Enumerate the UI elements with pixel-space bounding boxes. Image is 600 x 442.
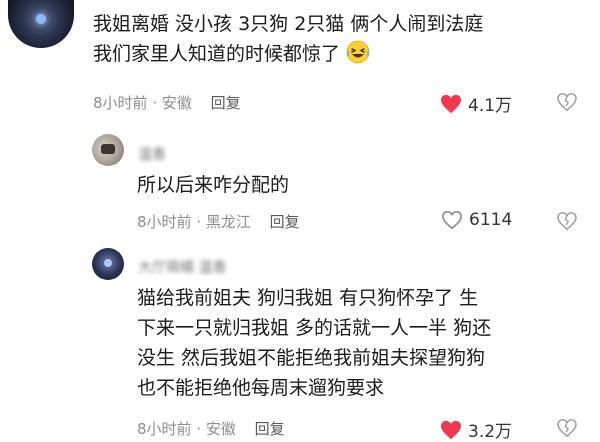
- comment-line: 没生 然后我姐不能拒绝我前姐夫探望狗狗: [137, 347, 486, 369]
- dislike-broken-heart-icon[interactable]: [557, 419, 577, 437]
- comment-line: 也不能拒绝他每周末遛狗要求: [137, 377, 385, 399]
- comment-text: 猫给我前姐夫 狗归我姐 有只狗怀孕了 生 下来一只就归我姐 多的话就一人一半 狗…: [137, 283, 597, 403]
- dislike-broken-heart-icon[interactable]: [557, 212, 577, 230]
- separator: ·: [147, 94, 162, 112]
- heart-filled-icon: [441, 94, 461, 113]
- reply-button[interactable]: 回复: [270, 213, 300, 231]
- comment-text: 所以后来咋分配的: [137, 174, 290, 196]
- like-button[interactable]: 3.2万: [440, 417, 512, 442]
- heart-filled-icon: [441, 420, 461, 439]
- comment-text: 我姐离婚 没小孩 3只狗 2只猫 俩个人闹到法庭 我们家里人知道的时候都惊了: [93, 9, 593, 69]
- timestamp: 8小时前: [93, 94, 148, 112]
- location: 黑龙江: [205, 213, 251, 231]
- avatar[interactable]: [92, 134, 124, 166]
- comment-line: 下来一只就归我姐 多的话就一人一半 狗还: [137, 317, 492, 339]
- reply-button[interactable]: 回复: [211, 94, 241, 112]
- separator: ·: [191, 420, 206, 438]
- timestamp: 8小时前: [137, 420, 192, 438]
- comment-meta: 8小时前 · 黑龙江 回复: [137, 211, 300, 232]
- location: 安徽: [205, 420, 236, 438]
- like-count: 6114: [469, 210, 513, 230]
- heart-outline-icon: [442, 210, 462, 230]
- username[interactable]: 温香: [138, 144, 166, 164]
- separator: ·: [191, 213, 206, 231]
- dislike-broken-heart-icon[interactable]: [557, 93, 577, 111]
- like-count: 4.1万: [468, 96, 513, 116]
- comment-meta: 8小时前 · 安徽 回复: [93, 92, 241, 113]
- timestamp: 8小时前: [137, 213, 192, 231]
- laughing-crying-emoji-icon: [346, 40, 370, 64]
- like-button[interactable]: 4.1万: [440, 91, 512, 116]
- location: 安徽: [161, 94, 192, 112]
- avatar[interactable]: [8, 0, 74, 48]
- comment-meta: 8小时前 · 安徽 回复: [137, 418, 285, 439]
- like-button[interactable]: 6114: [441, 210, 512, 230]
- comment-line: 我们家里人知道的时候都惊了: [93, 39, 593, 69]
- username[interactable]: 大厅萌橘 温香: [138, 257, 226, 277]
- comment-line: 猫给我前姐夫 狗归我姐 有只狗怀孕了 生: [137, 287, 479, 309]
- like-count: 3.2万: [468, 422, 513, 442]
- reply-button[interactable]: 回复: [255, 420, 285, 438]
- avatar[interactable]: [92, 248, 124, 280]
- comment-line: 我姐离婚 没小孩 3只狗 2只猫 俩个人闹到法庭: [93, 13, 484, 35]
